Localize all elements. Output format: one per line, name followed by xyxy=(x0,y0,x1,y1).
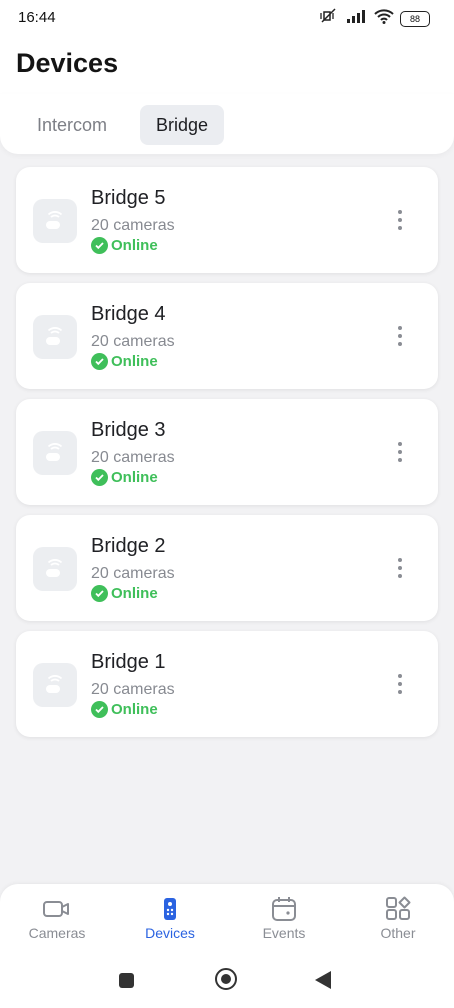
home-icon[interactable] xyxy=(215,968,237,990)
status-time: 16:44 xyxy=(18,9,56,26)
tab-intercom[interactable]: Intercom xyxy=(21,105,123,145)
device-type-tabs: Intercom Bridge xyxy=(0,94,454,154)
device-card[interactable]: Bridge 2 20 cameras Online xyxy=(16,515,438,621)
nav-label: Events xyxy=(262,925,306,941)
more-options-icon[interactable] xyxy=(390,558,410,578)
status-bar: 16:44 88 xyxy=(0,0,454,36)
nav-cameras[interactable]: Cameras xyxy=(7,896,107,941)
device-status: Online xyxy=(91,353,158,370)
system-nav-bar xyxy=(0,956,454,1008)
check-circle-icon xyxy=(91,237,108,254)
page-title: Devices xyxy=(16,48,119,78)
nav-label: Cameras xyxy=(28,925,86,941)
device-camera-count: 20 cameras xyxy=(91,449,175,466)
bottom-nav: Cameras Devices Events Other xyxy=(0,884,454,956)
tab-bridge[interactable]: Bridge xyxy=(140,105,225,145)
mute-vibrate-icon xyxy=(320,8,340,29)
bridge-icon xyxy=(33,663,77,707)
grid-icon xyxy=(386,896,411,920)
bridge-icon xyxy=(33,547,77,591)
status-icons: 88 xyxy=(320,8,430,29)
calendar-icon xyxy=(272,897,296,921)
device-card[interactable]: Bridge 1 20 cameras Online xyxy=(16,631,438,737)
more-options-icon[interactable] xyxy=(390,442,410,462)
nav-events[interactable]: Events xyxy=(234,896,334,941)
remote-icon xyxy=(164,898,176,920)
device-status: Online xyxy=(91,237,158,254)
status-label: Online xyxy=(111,237,158,254)
device-status: Online xyxy=(91,469,158,486)
device-status: Online xyxy=(91,701,158,718)
status-label: Online xyxy=(111,701,158,718)
check-circle-icon xyxy=(91,701,108,718)
device-camera-count: 20 cameras xyxy=(91,565,175,582)
battery-icon: 88 xyxy=(400,10,430,27)
more-options-icon[interactable] xyxy=(390,210,410,230)
more-options-icon[interactable] xyxy=(390,674,410,694)
device-name: Bridge 4 xyxy=(91,303,166,325)
bridge-icon xyxy=(33,431,77,475)
more-options-icon[interactable] xyxy=(390,326,410,346)
check-circle-icon xyxy=(91,585,108,602)
device-card[interactable]: Bridge 4 20 cameras Online xyxy=(16,283,438,389)
nav-other[interactable]: Other xyxy=(348,896,448,941)
device-camera-count: 20 cameras xyxy=(91,681,175,698)
bridge-icon xyxy=(33,199,77,243)
signal-icon xyxy=(346,9,368,28)
nav-devices[interactable]: Devices xyxy=(120,896,220,941)
device-name: Bridge 2 xyxy=(91,535,166,557)
device-camera-count: 20 cameras xyxy=(91,217,175,234)
status-label: Online xyxy=(111,353,158,370)
status-label: Online xyxy=(111,469,158,486)
device-camera-count: 20 cameras xyxy=(91,333,175,350)
bridge-icon xyxy=(33,315,77,359)
check-circle-icon xyxy=(91,353,108,370)
status-label: Online xyxy=(111,585,158,602)
device-name: Bridge 3 xyxy=(91,419,166,441)
device-card[interactable]: Bridge 5 20 cameras Online xyxy=(16,167,438,273)
device-status: Online xyxy=(91,585,158,602)
wifi-icon xyxy=(374,8,394,29)
back-icon[interactable] xyxy=(315,971,331,989)
camera-icon xyxy=(43,901,69,917)
device-card[interactable]: Bridge 3 20 cameras Online xyxy=(16,399,438,505)
recent-apps-icon[interactable] xyxy=(119,973,134,988)
header: Devices xyxy=(0,36,454,94)
device-name: Bridge 5 xyxy=(91,187,166,209)
device-name: Bridge 1 xyxy=(91,651,166,673)
nav-label: Devices xyxy=(145,925,195,941)
nav-label: Other xyxy=(380,925,416,941)
check-circle-icon xyxy=(91,469,108,486)
